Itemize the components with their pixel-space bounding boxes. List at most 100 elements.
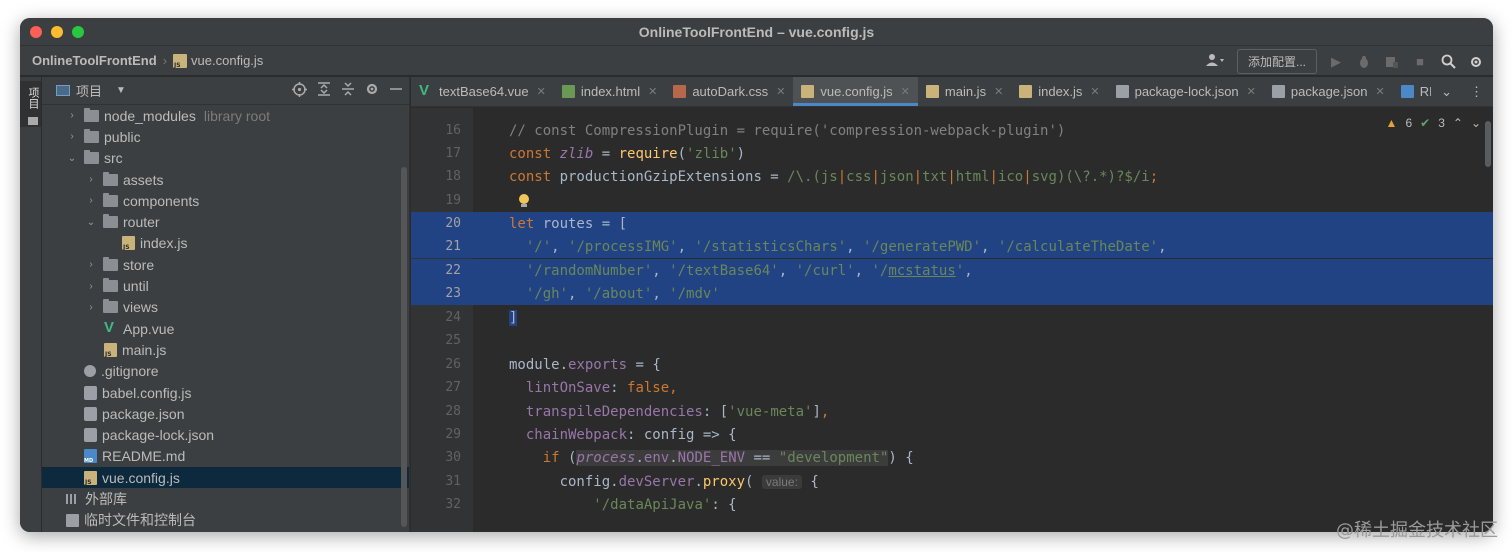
tree-item-assets[interactable]: › assets bbox=[42, 169, 409, 190]
more-options-icon[interactable]: ⋮ bbox=[1470, 84, 1483, 100]
editor-tabs: V textBase64.vue ✕ index.html ✕ autoDark… bbox=[411, 77, 1493, 107]
minimize-window-button[interactable] bbox=[51, 26, 63, 38]
close-icon[interactable]: ✕ bbox=[1090, 85, 1099, 98]
stop-icon[interactable]: ■ bbox=[1411, 53, 1429, 71]
close-icon[interactable]: ✕ bbox=[1376, 85, 1385, 98]
gear-icon[interactable] bbox=[365, 82, 379, 100]
tree-item-store[interactable]: › store bbox=[42, 254, 409, 275]
add-configuration-button[interactable]: 添加配置... bbox=[1236, 49, 1317, 74]
chevron-down-icon[interactable]: ⌄ bbox=[1441, 84, 1452, 100]
project-tool-tab[interactable]: 项目 bbox=[20, 81, 41, 127]
coverage-icon[interactable] bbox=[1383, 53, 1401, 71]
collapse-all-icon[interactable] bbox=[341, 82, 355, 100]
chevron-right-icon[interactable]: › bbox=[66, 131, 78, 142]
code-text: '/', '/processIMG', '/statisticsChars', … bbox=[525, 238, 1167, 255]
tab-package-lock-json[interactable]: package-lock.json ✕ bbox=[1108, 77, 1264, 106]
debug-icon[interactable] bbox=[1355, 53, 1373, 71]
ok-count: 3 bbox=[1438, 116, 1445, 130]
close-icon[interactable]: ✕ bbox=[776, 85, 785, 98]
tab-package-json[interactable]: package.json ✕ bbox=[1264, 77, 1393, 106]
code-text: module.exports = { bbox=[509, 356, 661, 373]
tab-index-js[interactable]: index.js ✕ bbox=[1011, 77, 1107, 106]
panel-scrollbar[interactable] bbox=[401, 167, 407, 527]
code-text: const zlib = require('zlib') bbox=[509, 145, 746, 162]
code-line: 27 lintOnSave: false, bbox=[411, 376, 1493, 399]
tree-item-views[interactable]: › views bbox=[42, 297, 409, 318]
line-number: 23 bbox=[445, 286, 461, 302]
close-icon[interactable]: ✕ bbox=[994, 85, 1003, 98]
close-window-button[interactable] bbox=[30, 26, 42, 38]
breadcrumb-file[interactable]: vue.config.js bbox=[191, 53, 263, 68]
code-line: 28 transpileDependencies: ['vue-meta'], bbox=[411, 400, 1493, 423]
close-icon[interactable]: ✕ bbox=[1247, 85, 1256, 98]
line-number: 28 bbox=[445, 404, 461, 420]
markdown-file-icon bbox=[84, 449, 97, 464]
line-number: 25 bbox=[445, 333, 461, 349]
tree-item-package-lock[interactable]: package-lock.json bbox=[42, 424, 409, 445]
tree-item-components[interactable]: › components bbox=[42, 190, 409, 211]
tree-item-router[interactable]: ⌄ router bbox=[42, 211, 409, 232]
line-number: 24 bbox=[445, 310, 461, 326]
close-icon[interactable]: ✕ bbox=[648, 85, 657, 98]
lightbulb-icon[interactable] bbox=[518, 193, 530, 208]
tree-item-package-json[interactable]: package.json bbox=[42, 403, 409, 424]
tab-main-js[interactable]: main.js ✕ bbox=[918, 77, 1011, 106]
chevron-right-icon[interactable]: › bbox=[85, 259, 97, 270]
user-icon[interactable] bbox=[1205, 53, 1227, 70]
window-title: OnlineToolFrontEnd – vue.config.js bbox=[638, 23, 875, 40]
tree-item-src[interactable]: ⌄ src bbox=[42, 148, 409, 169]
tab-index-html[interactable]: index.html ✕ bbox=[554, 77, 665, 106]
ide-window: OnlineToolFrontEnd – vue.config.js Onlin… bbox=[20, 18, 1493, 532]
zoom-window-button[interactable] bbox=[72, 26, 84, 38]
search-icon[interactable] bbox=[1439, 53, 1457, 71]
settings-icon[interactable] bbox=[1467, 53, 1485, 71]
tab-autodark-css[interactable]: autoDark.css ✕ bbox=[665, 77, 793, 106]
project-tool-label: 项目 bbox=[27, 87, 39, 110]
tree-item-readme[interactable]: README.md bbox=[42, 446, 409, 467]
chevron-down-icon[interactable]: ⌄ bbox=[66, 153, 78, 164]
chevron-down-icon[interactable]: ⌄ bbox=[1471, 116, 1481, 130]
line-number: 31 bbox=[445, 474, 461, 490]
tab-vue-config-js[interactable]: vue.config.js ✕ bbox=[793, 77, 919, 106]
project-panel-title[interactable]: 项目 bbox=[76, 81, 102, 100]
tree-item-scratches[interactable]: 临时文件和控制台 bbox=[42, 510, 409, 531]
chevron-right-icon[interactable]: › bbox=[85, 281, 97, 292]
folder-icon bbox=[103, 256, 118, 271]
chevron-right-icon[interactable]: › bbox=[85, 302, 97, 313]
tree-item-until[interactable]: › until bbox=[42, 275, 409, 296]
tree-item-app-vue[interactable]: V App.vue bbox=[42, 318, 409, 339]
inspection-widget[interactable]: ▲ 6 ✔ 3 ⌃ ⌄ bbox=[1386, 116, 1481, 130]
hide-panel-icon[interactable] bbox=[389, 82, 403, 100]
tree-item-main-js[interactable]: main.js bbox=[42, 339, 409, 360]
line-number: 32 bbox=[445, 497, 461, 513]
chevron-right-icon[interactable]: › bbox=[85, 174, 97, 185]
chevron-up-icon[interactable]: ⌃ bbox=[1453, 116, 1463, 130]
panel-toolbar bbox=[292, 82, 403, 100]
tree-item-label: vue.config.js bbox=[102, 469, 180, 486]
js-file-icon bbox=[925, 85, 939, 98]
chevron-right-icon[interactable]: › bbox=[85, 195, 97, 206]
chevron-right-icon[interactable]: › bbox=[66, 110, 78, 121]
code-line: 21 '/', '/processIMG', '/statisticsChars… bbox=[411, 235, 1493, 259]
chevron-down-icon[interactable]: ⌄ bbox=[85, 217, 97, 228]
tree-item-node-modules[interactable]: › node_modules library root bbox=[42, 105, 409, 126]
expand-all-icon[interactable] bbox=[317, 82, 331, 100]
code-text: '/gh', '/about', '/mdv' bbox=[525, 285, 720, 302]
code-editor[interactable]: 16 // const CompressionPlugin = require(… bbox=[411, 108, 1493, 532]
close-icon[interactable]: ✕ bbox=[901, 85, 910, 98]
tree-item-public[interactable]: › public bbox=[42, 126, 409, 147]
tree-item-babel-config[interactable]: babel.config.js bbox=[42, 382, 409, 403]
tree-item-label: public bbox=[104, 128, 141, 145]
folder-icon bbox=[103, 278, 118, 293]
tree-item-router-index-js[interactable]: index.js bbox=[42, 233, 409, 254]
chevron-down-icon[interactable]: ▼ bbox=[116, 85, 126, 96]
breadcrumb-project[interactable]: OnlineToolFrontEnd bbox=[32, 53, 157, 68]
close-icon[interactable]: ✕ bbox=[537, 85, 546, 98]
tree-item-gitignore[interactable]: .gitignore bbox=[42, 361, 409, 382]
tree-item-external-libraries[interactable]: 外部库 bbox=[42, 488, 409, 509]
editor-scrollbar[interactable] bbox=[1485, 121, 1491, 167]
locate-file-icon[interactable] bbox=[292, 82, 307, 100]
run-icon[interactable]: ▶ bbox=[1327, 53, 1345, 71]
tree-item-vue-config[interactable]: vue.config.js bbox=[42, 467, 409, 489]
tab-textbase64-vue[interactable]: V textBase64.vue ✕ bbox=[411, 77, 554, 106]
